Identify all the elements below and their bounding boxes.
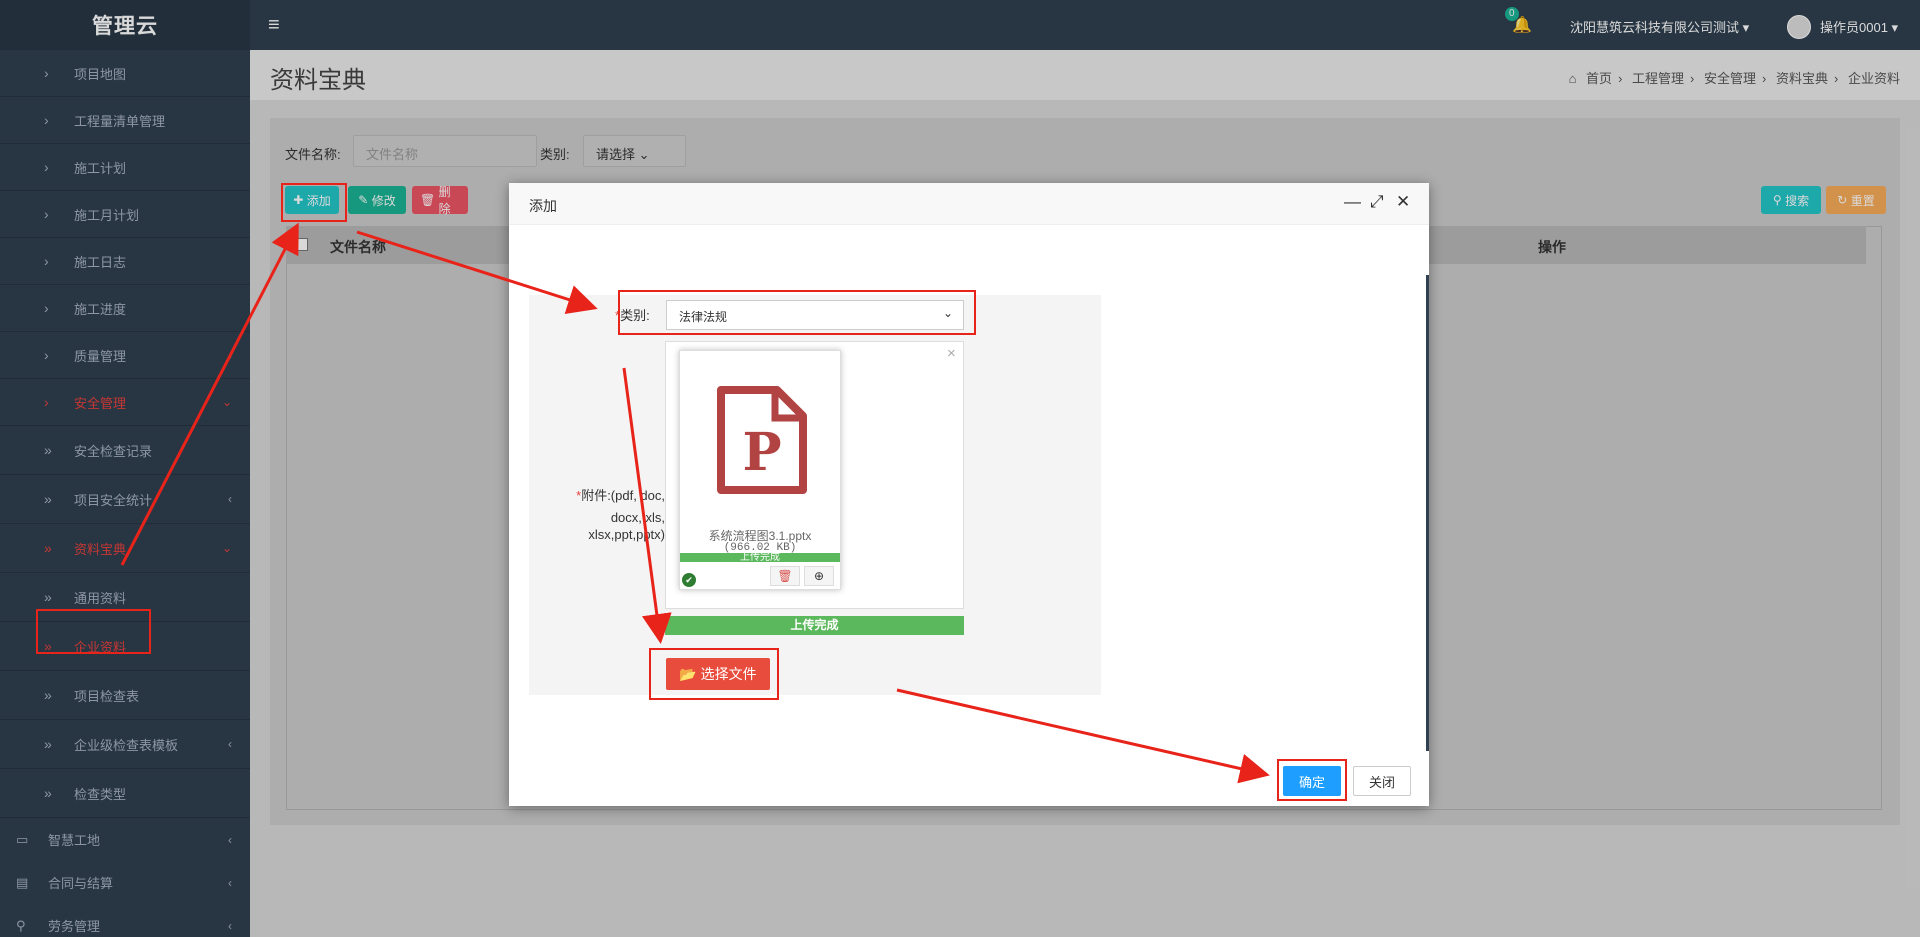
thumb-progress: 上传完成 bbox=[680, 553, 840, 563]
maximize-icon[interactable]: ⤢ bbox=[1370, 192, 1384, 212]
dialog-header: 添加 — ⤢ ✕ bbox=[509, 183, 1429, 225]
file-thumbnail: P 系统流程图3.1.pptx (966.02 KB) 上传完成 ✔ 🗑 ⊕ bbox=[679, 350, 841, 590]
powerpoint-file-icon: P bbox=[717, 386, 807, 494]
attachment-label: *附件:(pdf, doc, docx, xls, xlsx,ppt,pptx) bbox=[576, 488, 665, 542]
delete-file-button[interactable]: 🗑 bbox=[770, 566, 800, 586]
upload-preview-area: × P 系统流程图3.1.pptx (966.02 KB) 上传完成 ✔ 🗑 ⊕ bbox=[665, 341, 964, 609]
highlight-enterprise-data bbox=[36, 609, 151, 654]
highlight-category bbox=[618, 290, 976, 335]
close-icon[interactable]: × bbox=[947, 345, 956, 362]
dialog-title: 添加 bbox=[529, 198, 557, 214]
add-dialog: 添加 — ⤢ ✕ *类别: 法律法规 ⌄ *附件:(pdf, doc, docx,… bbox=[509, 183, 1429, 806]
highlight-choose-file bbox=[649, 648, 779, 700]
close-icon[interactable]: ✕ bbox=[1396, 192, 1410, 212]
svg-text:P: P bbox=[742, 422, 781, 483]
check-icon: ✔ bbox=[682, 573, 696, 587]
dialog-scrollbar[interactable] bbox=[1426, 275, 1429, 751]
close-button[interactable]: 关闭 bbox=[1353, 766, 1411, 796]
highlight-confirm bbox=[1277, 759, 1347, 801]
zoom-file-button[interactable]: ⊕ bbox=[804, 566, 834, 586]
upload-progress-bar: 上传完成 bbox=[665, 616, 964, 635]
highlight-add-button bbox=[281, 183, 347, 222]
minimize-icon[interactable]: — bbox=[1344, 192, 1361, 212]
